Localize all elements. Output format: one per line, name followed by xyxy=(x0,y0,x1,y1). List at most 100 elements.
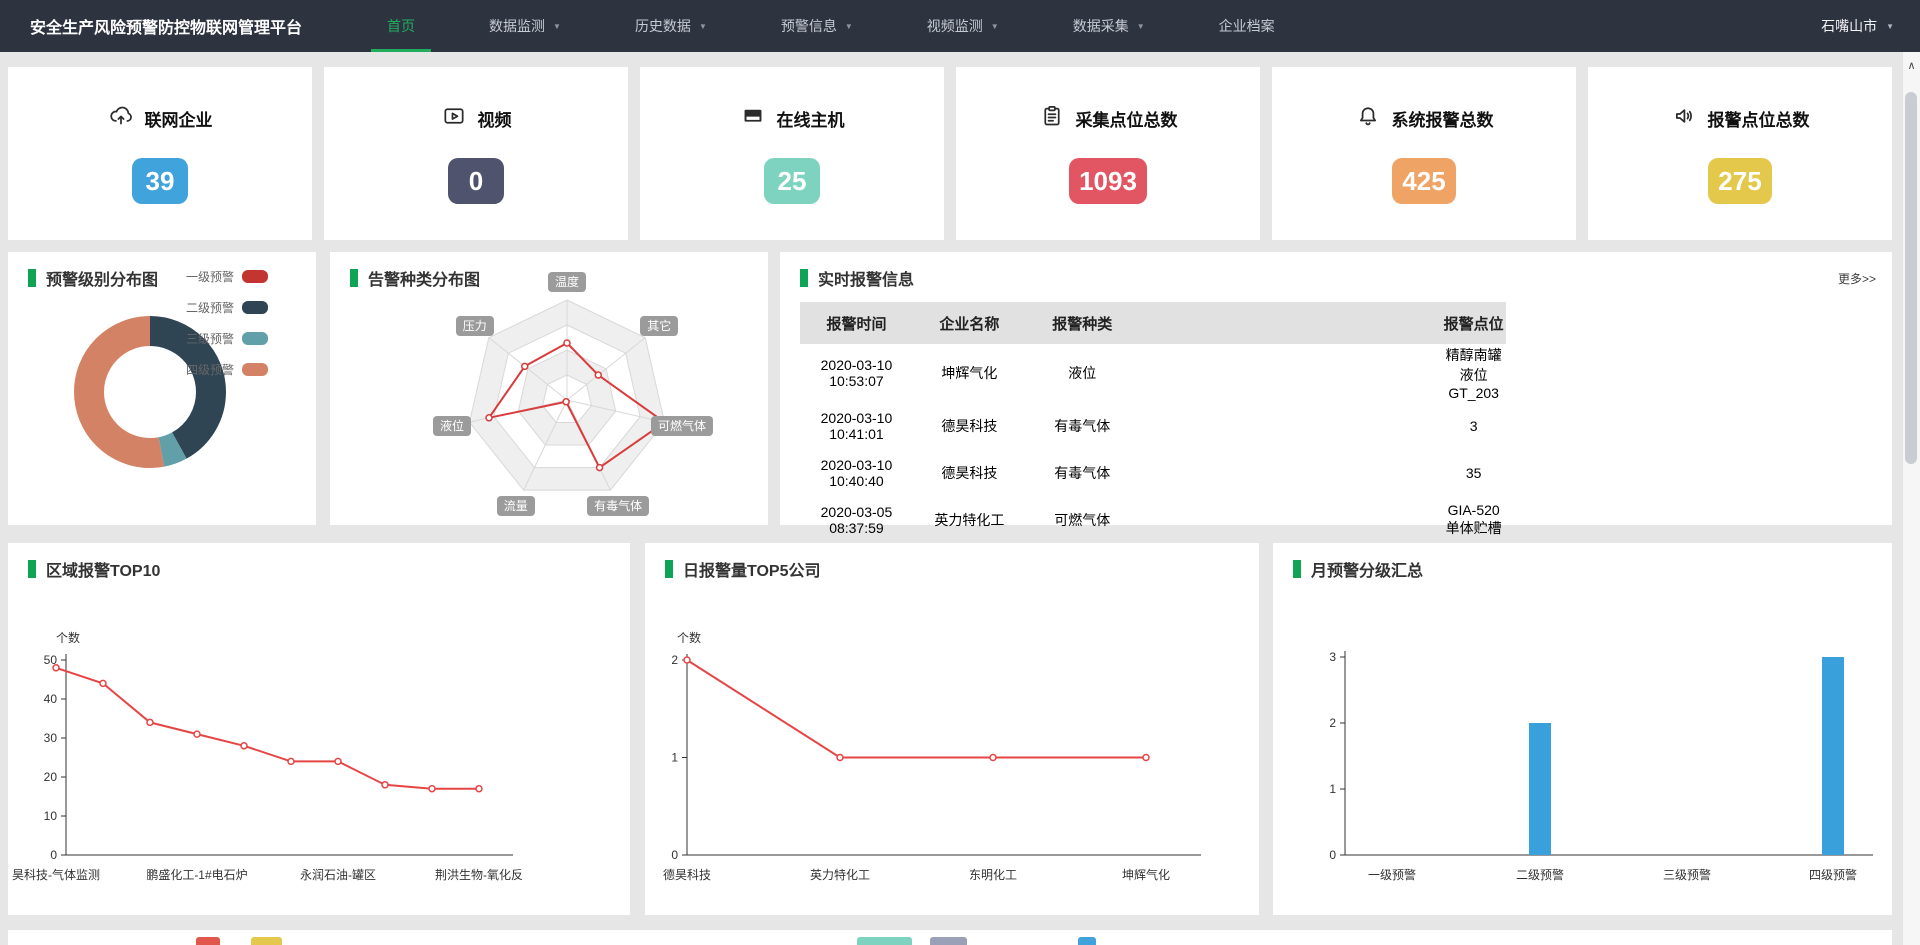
nav-item-video-monitor[interactable]: 视频监测▼ xyxy=(911,0,1015,52)
nav-item-label: 企业档案 xyxy=(1219,16,1275,36)
stat-label: 报警点位总数 xyxy=(1708,106,1810,131)
legend-swatch xyxy=(242,363,268,376)
clipped-element xyxy=(930,937,967,945)
cloud-upload-icon xyxy=(108,103,134,134)
nav-item-label: 历史数据 xyxy=(635,16,691,36)
stat-value-badge: 275 xyxy=(1708,158,1771,204)
radar-axis-label: 其它 xyxy=(640,316,678,336)
clipped-element xyxy=(196,937,220,945)
stat-card-online-enterprises: 联网企业39 xyxy=(8,67,312,240)
radar-chart xyxy=(330,252,768,525)
stat-card-header: 系统报警总数 xyxy=(1355,103,1494,134)
nav-item-label: 数据监测 xyxy=(489,16,545,36)
nav-item-label: 数据采集 xyxy=(1073,16,1129,36)
alarm-type-radar-panel: 告警种类分布图 温度其它可燃气体有毒气体流量液位压力 xyxy=(330,252,768,525)
nav-item-data-monitor[interactable]: 数据监测▼ xyxy=(473,0,577,52)
realtime-alarm-table: 报警时间企业名称报警种类报警点位 2020-03-10 10:53:07坤辉气化… xyxy=(800,302,1506,543)
radar-axis-label: 可燃气体 xyxy=(651,416,713,436)
title-marker xyxy=(665,560,673,578)
column-header: 报警点位 xyxy=(1139,302,1506,344)
stat-card-header: 在线主机 xyxy=(740,103,845,134)
panel-title: 日报警量TOP5公司 xyxy=(665,557,821,581)
legend-item-1[interactable]: 一级预警 xyxy=(186,268,268,285)
stat-card-collection-points: 采集点位总数 1093 xyxy=(956,67,1260,240)
table-cell: GIA-520单体贮槽 xyxy=(1139,496,1506,543)
stat-value-badge: 1093 xyxy=(1069,158,1147,204)
column-header: 企业名称 xyxy=(913,302,1026,344)
table-row[interactable]: 2020-03-10 10:53:07坤辉气化液位精醇南罐液位GT_203 xyxy=(800,344,1506,402)
warning-level-pie-panel: 预警级别分布图 一级预警二级预警三级预警四级预警 xyxy=(8,252,316,525)
svg-text:0: 0 xyxy=(50,848,57,862)
panel-title: 预警级别分布图 xyxy=(28,266,158,290)
table-cell: 35 xyxy=(1139,449,1506,496)
scroll-up-arrow-icon[interactable]: ∧ xyxy=(1903,52,1920,78)
realtime-alarm-panel: 实时报警信息 更多>> 报警时间企业名称报警种类报警点位 2020-03-10 … xyxy=(780,252,1892,525)
stat-value-badge: 25 xyxy=(764,158,820,204)
svg-text:永润石油-罐区: 永润石油-罐区 xyxy=(300,868,376,882)
stat-card-header: 视频 xyxy=(441,103,512,134)
stat-label: 系统报警总数 xyxy=(1392,106,1494,131)
table-cell: 坤辉气化 xyxy=(913,344,1026,402)
table-header-row: 报警时间企业名称报警种类报警点位 xyxy=(800,302,1506,344)
stat-value-badge: 425 xyxy=(1392,158,1455,204)
nav-menu: 首页数据监测▼ 历史数据▼ 预警信息▼ 视频监测▼ 数据采集▼ 企业档案 xyxy=(350,0,1312,52)
svg-text:英力特化工: 英力特化工 xyxy=(810,867,870,882)
more-link[interactable]: 更多>> xyxy=(1838,270,1876,287)
panel-title: 实时报警信息 xyxy=(800,266,914,290)
svg-text:个数: 个数 xyxy=(677,630,701,645)
main-content: 联网企业39 视频 0 在线主机 25 采集点位总数 1093 系统报警总数 425 报警点位总数… xyxy=(8,52,1892,945)
title-marker xyxy=(1293,560,1301,578)
nav-item-home[interactable]: 首页 xyxy=(371,0,431,52)
table-cell: 2020-03-05 08:37:59 xyxy=(800,496,913,543)
radar-axis-label: 流量 xyxy=(497,496,535,516)
radar-axis-label: 有毒气体 xyxy=(587,496,649,516)
stat-card-videos: 视频 0 xyxy=(324,67,628,240)
stat-label: 在线主机 xyxy=(777,106,845,131)
table-row[interactable]: 2020-03-10 10:40:40德昊科技有毒气体35 xyxy=(800,449,1506,496)
panel-title: 告警种类分布图 xyxy=(350,266,480,290)
legend-label: 四级预警 xyxy=(186,361,234,378)
svg-text:昊科技-气体监测: 昊科技-气体监测 xyxy=(12,867,100,882)
svg-text:1: 1 xyxy=(671,751,678,765)
stat-card-system-alarms: 系统报警总数 425 xyxy=(1272,67,1576,240)
stat-label: 视频 xyxy=(478,106,512,131)
nav-item-data-collect[interactable]: 数据采集▼ xyxy=(1057,0,1161,52)
nav-item-enterprise-archive[interactable]: 企业档案 xyxy=(1203,0,1291,52)
clipped-element xyxy=(1078,937,1096,945)
title-marker xyxy=(800,269,808,287)
stat-value-badge: 0 xyxy=(448,158,504,204)
table-cell: 可燃气体 xyxy=(1026,496,1139,543)
region-label: 石嘴山市 xyxy=(1821,16,1877,36)
title-marker xyxy=(28,269,36,287)
svg-text:一级预警: 一级预警 xyxy=(1368,867,1416,882)
legend-item-2[interactable]: 二级预警 xyxy=(186,299,268,316)
svg-text:荆洪生物-氧化反: 荆洪生物-氧化反 xyxy=(435,868,523,882)
legend-item-4[interactable]: 四级预警 xyxy=(186,361,268,378)
table-cell: 2020-03-10 10:41:01 xyxy=(800,402,913,449)
radar-axis-label: 温度 xyxy=(548,272,586,292)
region-selector[interactable]: 石嘴山市 ▼ xyxy=(1821,16,1894,36)
region-top10-line-chart: 01020304050个数昊科技-气体监测鹏盛化工-1#电石炉永润石油-罐区荆洪… xyxy=(8,543,630,915)
table-row[interactable]: 2020-03-10 10:41:01德昊科技有毒气体3 xyxy=(800,402,1506,449)
panel-title: 月预警分级汇总 xyxy=(1293,557,1423,581)
svg-text:10: 10 xyxy=(44,809,58,823)
radar-axis-label: 液位 xyxy=(433,416,471,436)
stat-card-online-hosts: 在线主机 25 xyxy=(640,67,944,240)
column-header: 报警种类 xyxy=(1026,302,1139,344)
legend-swatch xyxy=(242,301,268,314)
table-cell: 2020-03-10 10:53:07 xyxy=(800,344,913,402)
page-scrollbar[interactable]: ∧ xyxy=(1902,52,1920,945)
daily-top5-line-chart: 012个数德昊科技英力特化工东明化工坤辉气化 xyxy=(645,543,1259,915)
nav-item-history-data[interactable]: 历史数据▼ xyxy=(619,0,723,52)
svg-text:0: 0 xyxy=(671,848,678,862)
legend-item-3[interactable]: 三级预警 xyxy=(186,330,268,347)
stat-label: 采集点位总数 xyxy=(1076,106,1178,131)
nav-item-warning-info[interactable]: 预警信息▼ xyxy=(765,0,869,52)
daily-top5-panel: 日报警量TOP5公司 012个数德昊科技英力特化工东明化工坤辉气化 xyxy=(645,543,1259,915)
monitor-icon xyxy=(740,103,766,134)
svg-text:个数: 个数 xyxy=(56,630,80,645)
svg-text:40: 40 xyxy=(44,692,58,706)
scrollbar-thumb[interactable] xyxy=(1905,92,1917,464)
table-row[interactable]: 2020-03-05 08:37:59英力特化工可燃气体GIA-520单体贮槽 xyxy=(800,496,1506,543)
legend-swatch xyxy=(242,270,268,283)
